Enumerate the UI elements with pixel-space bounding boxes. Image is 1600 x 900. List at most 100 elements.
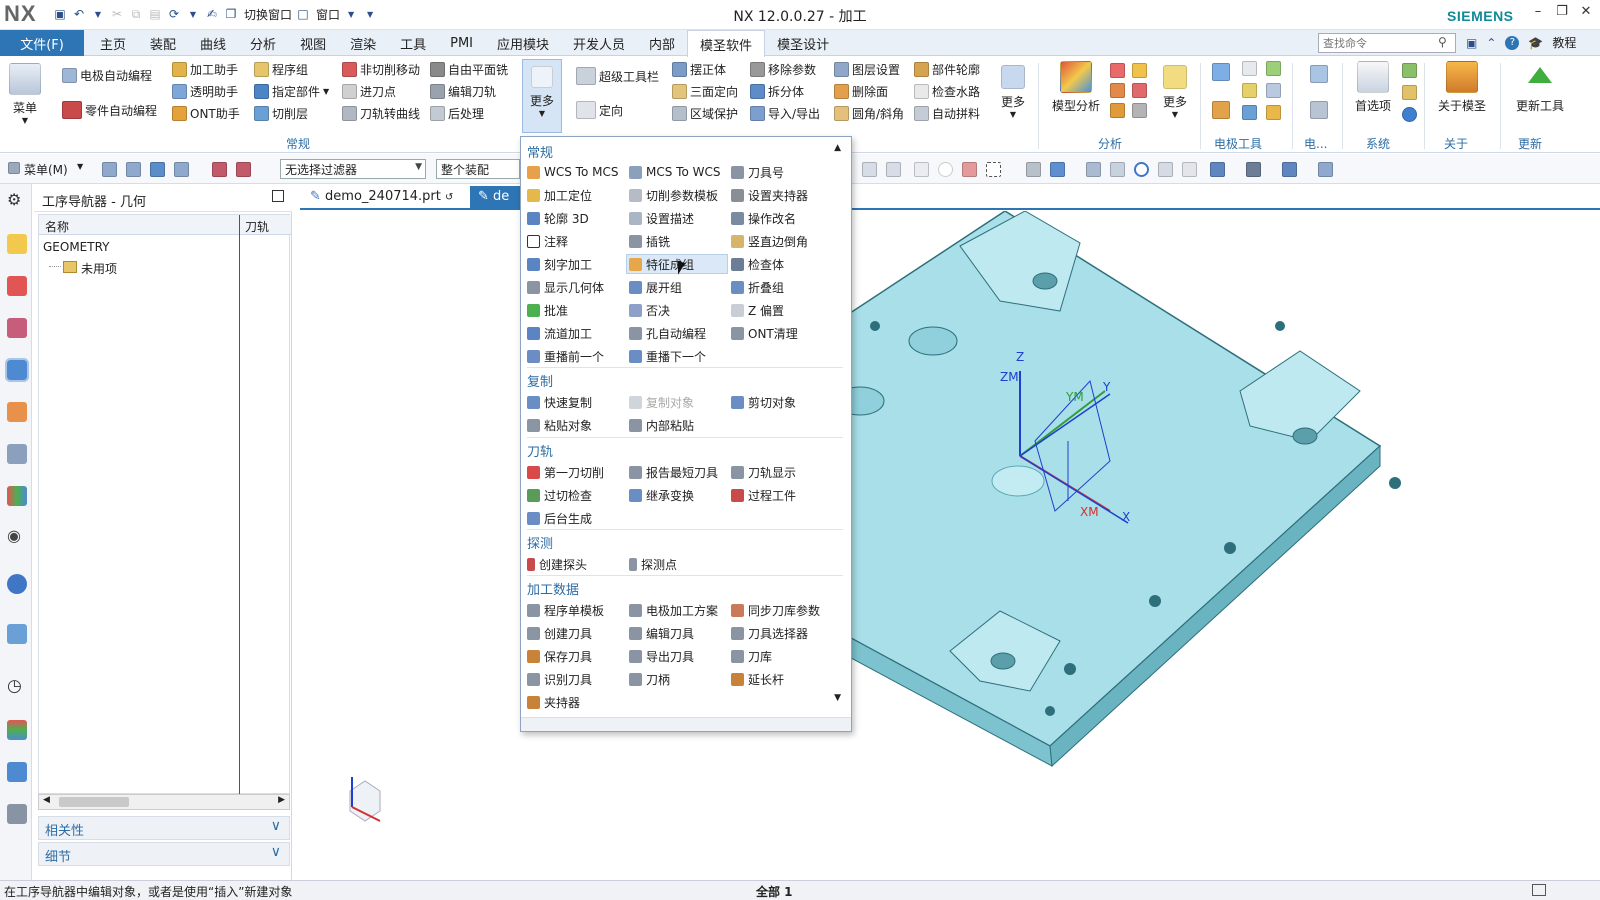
paste-icon[interactable]: ▤	[147, 4, 163, 24]
electrode-tool-icon-4[interactable]	[1212, 101, 1230, 119]
menu-item-tool-shank[interactable]: 刀柄	[629, 670, 670, 688]
menu-button[interactable]: 菜单(M)	[24, 161, 68, 178]
menu-item-rename-operation[interactable]: 操作改名	[731, 209, 796, 227]
color-icon[interactable]	[1110, 83, 1125, 98]
program-group-button[interactable]: 程序组	[254, 61, 308, 78]
tab-app-modules[interactable]: 应用模块	[485, 30, 561, 56]
electrode-tool-icon-2[interactable]	[1242, 61, 1257, 76]
menu-item-contour-3d[interactable]: 轮廓 3D	[527, 209, 589, 227]
horizontal-scrollbar[interactable]: ◀ ▶	[38, 794, 290, 810]
select-icon-1[interactable]	[102, 162, 117, 177]
column-toolpath[interactable]: 刀轨	[245, 218, 269, 235]
gauge-icon[interactable]	[1132, 83, 1147, 98]
customize-arrow-icon[interactable]: ▼	[362, 4, 378, 24]
menu-item-machining-position[interactable]: 加工定位	[527, 186, 592, 204]
restore-icon[interactable]: ❐	[1554, 4, 1570, 19]
tab-pmi[interactable]: PMI	[438, 30, 485, 56]
info-icon[interactable]	[7, 574, 27, 594]
window-icon[interactable]: □	[295, 4, 311, 24]
electrode-tool-icon-5[interactable]	[1242, 105, 1257, 120]
transparent-assistant-button[interactable]: 透明助手	[172, 83, 238, 100]
scroll-down-icon[interactable]: ▼	[834, 693, 841, 703]
rotate-icon[interactable]	[1134, 162, 1149, 177]
menu-item-cut-param-template[interactable]: 切削参数模板	[629, 186, 718, 204]
maximize-icon[interactable]	[272, 190, 284, 202]
menu-item-electrode-machining-plan[interactable]: 电极加工方案	[629, 601, 718, 619]
select-icon-3[interactable]	[150, 162, 165, 177]
align-body-button[interactable]: 摆正体	[672, 61, 726, 78]
operation-navigator-icon[interactable]	[5, 358, 29, 382]
reuse-library-icon[interactable]	[7, 402, 27, 422]
tutorial-icon[interactable]: 🎓	[1528, 36, 1543, 50]
selection-filter-select[interactable]: 无选择过滤器 ▼	[280, 159, 426, 179]
toolpath-to-curve-button[interactable]: 刀轨转曲线	[342, 105, 420, 122]
collapse-ribbon-icon[interactable]: ⌃	[1486, 36, 1496, 50]
render-icon-2[interactable]	[1050, 162, 1065, 177]
more-button-2[interactable]: 更多 ▼	[996, 65, 1030, 119]
entry-point-button[interactable]: 进刀点	[342, 83, 396, 100]
menu-item-plunge-mill[interactable]: 插铣	[629, 232, 670, 250]
menu-item-cut-object[interactable]: 剪切对象	[731, 393, 796, 411]
fullscreen-icon[interactable]	[1532, 884, 1546, 896]
menu-item-export-tool[interactable]: 导出刀具	[629, 647, 694, 665]
dropdown-arrow-icon[interactable]: ▼	[185, 4, 201, 24]
free-planar-mill-button[interactable]: 自由平面铣	[430, 61, 508, 78]
fit-icon[interactable]	[1086, 162, 1101, 177]
box-icon[interactable]	[1110, 103, 1125, 118]
menu-item-reject[interactable]: 否决	[629, 301, 670, 319]
ont-assistant-button[interactable]: ONT助手	[172, 105, 240, 122]
remove-params-button[interactable]: 移除参数	[750, 61, 816, 78]
elec-icon-2[interactable]	[1310, 101, 1328, 119]
menu-item-hole-auto-program[interactable]: 孔自动编程	[629, 324, 706, 342]
part-navigator-icon[interactable]	[7, 318, 27, 338]
copy-icon[interactable]: ⧉	[128, 4, 144, 24]
display-mode-icon[interactable]	[1246, 162, 1261, 177]
scroll-thumb[interactable]	[59, 797, 129, 807]
chevron-down-icon[interactable]: ▼	[77, 162, 83, 171]
pan-icon[interactable]	[1158, 162, 1173, 177]
cut-levels-button[interactable]: 切削层	[254, 105, 308, 122]
lock-icon[interactable]	[1402, 85, 1417, 100]
part-outline-button[interactable]: 部件轮廓	[914, 61, 980, 78]
orient-button[interactable]: 定向	[576, 101, 623, 119]
non-cutting-moves-button[interactable]: 非切削移动	[342, 61, 420, 78]
menu-item-create-probe[interactable]: 创建探头	[527, 555, 587, 573]
menu-item-quick-copy[interactable]: 快速复制	[527, 393, 592, 411]
menu-item-check-body[interactable]: 检查体	[731, 255, 784, 273]
tab-developer[interactable]: 开发人员	[561, 30, 637, 56]
menu-item-background-generate[interactable]: 后台生成	[527, 509, 592, 527]
menu-item-edit-tool[interactable]: 编辑刀具	[629, 624, 694, 642]
section-icon[interactable]	[1182, 162, 1197, 177]
menu-item-copy-object[interactable]: 复制对象	[629, 393, 694, 411]
menu-item-save-tool[interactable]: 保存刀具	[527, 647, 592, 665]
shading-icon[interactable]	[1282, 162, 1297, 177]
render-icon-1[interactable]	[1026, 162, 1041, 177]
menu-item-tool-selector[interactable]: 刀具选择器	[731, 624, 808, 642]
elec-icon[interactable]	[1310, 65, 1328, 83]
column-name[interactable]: 名称	[45, 218, 69, 235]
history-clock-icon[interactable]: ◷	[7, 676, 27, 696]
snap-icon-2[interactable]	[236, 162, 251, 177]
menu-item-set-description[interactable]: 设置描述	[629, 209, 694, 227]
more-button-3[interactable]: 更多 ▼	[1158, 65, 1192, 119]
tab-view[interactable]: 视图	[288, 30, 338, 56]
system-icon[interactable]	[1402, 63, 1417, 78]
menu-item-paste-object[interactable]: 粘贴对象	[527, 416, 592, 434]
menu-item-engrave[interactable]: 刻字加工	[527, 255, 592, 273]
menu-item-replay-previous[interactable]: 重播前一个	[527, 347, 604, 365]
minimize-icon[interactable]: –	[1530, 4, 1546, 19]
close-icon[interactable]: ✕	[1578, 4, 1594, 19]
tab-home[interactable]: 主页	[88, 30, 138, 56]
view-tool-icon-2[interactable]	[886, 162, 901, 177]
point-icon[interactable]	[938, 162, 953, 177]
delete-face-button[interactable]: 删除面	[834, 83, 888, 100]
region-protect-button[interactable]: 区域保护	[672, 105, 738, 122]
menu-item-mcs-to-wcs[interactable]: MCS To WCS	[629, 163, 720, 181]
graphics-viewport[interactable]: Z ZM YM Y XM X	[300, 211, 1600, 881]
menu-item-feature-group[interactable]: 特征成组	[626, 254, 728, 274]
tab-curve[interactable]: 曲线	[188, 30, 238, 56]
document-tab-2[interactable]: ✎ de	[470, 186, 520, 210]
tab-render[interactable]: 渲染	[338, 30, 388, 56]
super-toolbar-button[interactable]: 超级工具栏	[576, 67, 659, 85]
electrode-tool-icon[interactable]	[1212, 63, 1230, 81]
